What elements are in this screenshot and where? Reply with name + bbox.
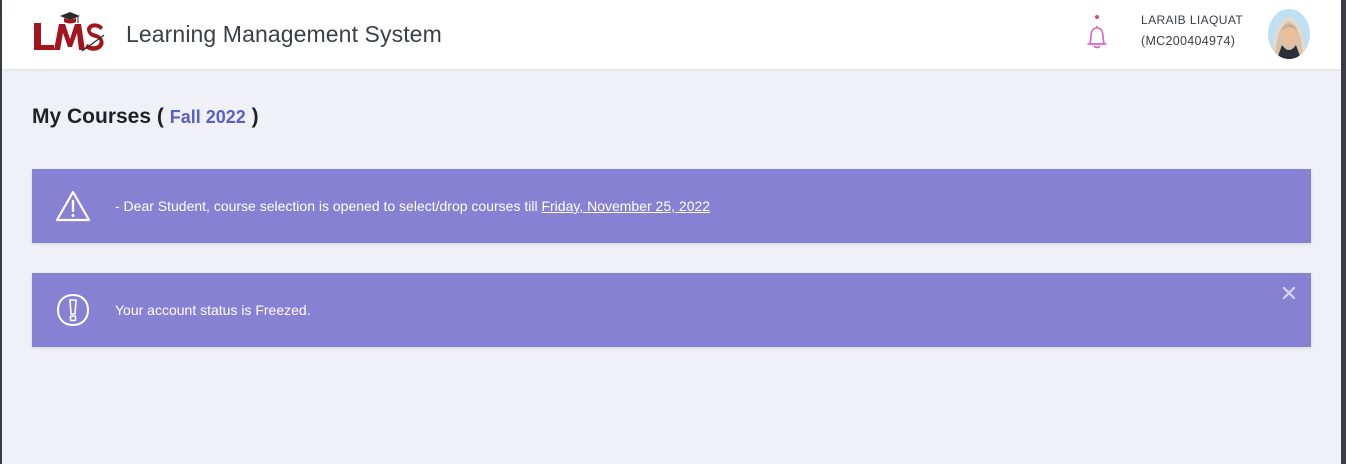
user-avatar[interactable] <box>1268 9 1310 59</box>
user-id: (MC200404974) <box>1141 34 1236 48</box>
current-term: Fall 2022 <box>169 107 246 127</box>
alert-message: Your account status is Freezed. <box>115 302 311 318</box>
page-title: My Courses ( Fall 2022 ) <box>32 105 259 128</box>
deadline-date-link[interactable]: Friday, November 25, 2022 <box>541 198 710 214</box>
page-title-text: My Courses <box>32 105 152 128</box>
warning-triangle-icon <box>55 190 91 222</box>
course-selection-alert: - Dear Student, course selection is open… <box>32 169 1311 243</box>
top-navbar: Learning Management System LARAIB LIAQUA… <box>2 0 1341 69</box>
window-left-edge <box>0 0 2 464</box>
close-icon[interactable] <box>1281 285 1297 301</box>
window-right-edge <box>1341 0 1346 464</box>
account-status-alert: Your account status is Freezed. <box>32 273 1311 347</box>
app-title: Learning Management System <box>126 21 442 47</box>
user-name: LARAIB LIAQUAT <box>1141 13 1244 27</box>
alert-message: - Dear Student, course selection is open… <box>115 198 710 214</box>
notification-bell-icon[interactable] <box>1085 13 1109 53</box>
avatar-portrait-icon <box>1268 9 1310 59</box>
alert-message-text: - Dear Student, course selection is open… <box>115 198 538 214</box>
lms-logo[interactable] <box>32 11 106 53</box>
exclamation-badge-icon <box>56 293 90 327</box>
